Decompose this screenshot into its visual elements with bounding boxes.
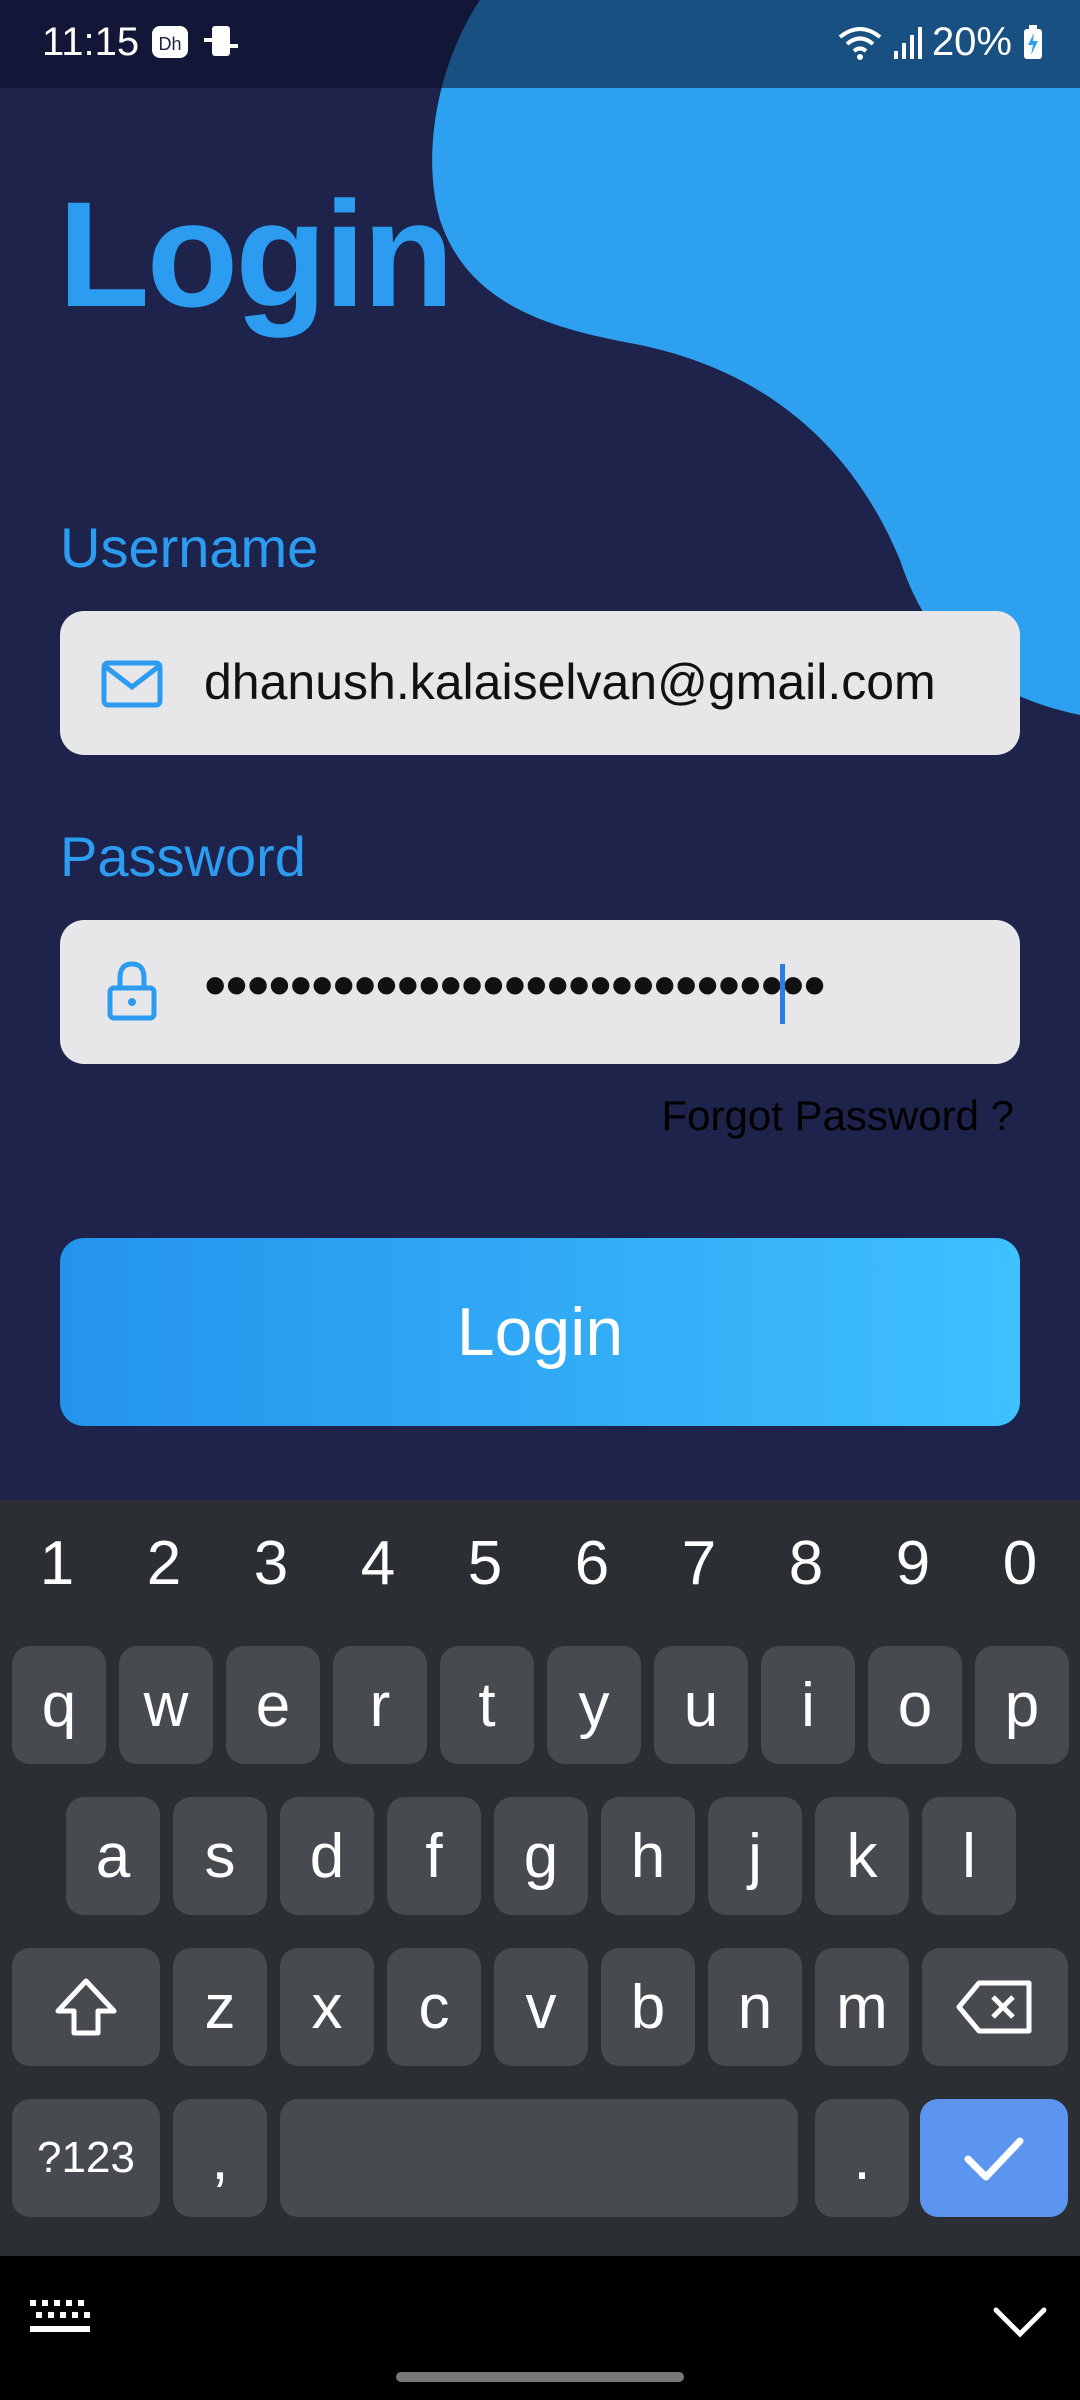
key-1[interactable]: 1 <box>12 1528 102 1599</box>
key-a[interactable]: a <box>66 1797 160 1915</box>
key-e[interactable]: e <box>226 1646 320 1764</box>
checkmark-icon <box>964 2137 1024 2181</box>
mail-icon <box>101 660 163 708</box>
shift-icon <box>55 1978 117 2036</box>
key-u[interactable]: u <box>654 1646 748 1764</box>
login-screen: 11:15 Dh 20% Login Username dhanush.kala… <box>0 0 1080 1500</box>
key-m[interactable]: m <box>815 1948 909 2066</box>
password-label: Password <box>60 825 306 888</box>
svg-text:Dh: Dh <box>158 34 181 54</box>
navigation-bar <box>0 2256 1080 2400</box>
key-i[interactable]: i <box>761 1646 855 1764</box>
symbols-key[interactable]: ?123 <box>12 2099 160 2217</box>
key-4[interactable]: 4 <box>333 1528 423 1599</box>
key-6[interactable]: 6 <box>547 1528 637 1599</box>
signal-icon <box>893 26 922 59</box>
status-bar: 11:15 Dh 20% <box>0 0 1080 88</box>
period-key[interactable]: . <box>815 2099 909 2217</box>
wifi-icon <box>838 26 882 60</box>
key-n[interactable]: n <box>708 1948 802 2066</box>
soft-keyboard: 1 2 3 4 5 6 7 8 9 0 q w e r t y u i o p … <box>0 1500 1080 2256</box>
login-button[interactable]: Login <box>60 1238 1020 1426</box>
key-g[interactable]: g <box>494 1797 588 1915</box>
key-s[interactable]: s <box>173 1797 267 1915</box>
username-value: dhanush.kalaiselvan@gmail.com <box>204 654 936 710</box>
page-title: Login <box>58 170 454 338</box>
home-gesture-handle[interactable] <box>396 2372 684 2382</box>
key-v[interactable]: v <box>494 1948 588 2066</box>
password-field[interactable]: ••••••••••••••••••••••••••••• <box>60 920 1020 1064</box>
key-h[interactable]: h <box>601 1797 695 1915</box>
backspace-key[interactable] <box>922 1948 1068 2066</box>
text-caret <box>780 964 785 1024</box>
key-w[interactable]: w <box>119 1646 213 1764</box>
key-q[interactable]: q <box>12 1646 106 1764</box>
keyboard-icon[interactable] <box>28 2298 92 2338</box>
key-c[interactable]: c <box>387 1948 481 2066</box>
status-time: 11:15 <box>42 20 140 64</box>
number-row: 1 2 3 4 5 6 7 8 9 0 <box>0 1500 1080 1630</box>
key-d[interactable]: d <box>280 1797 374 1915</box>
key-p[interactable]: p <box>975 1646 1069 1764</box>
shift-key[interactable] <box>12 1948 160 2066</box>
key-9[interactable]: 9 <box>868 1528 958 1599</box>
key-f[interactable]: f <box>387 1797 481 1915</box>
key-b[interactable]: b <box>601 1948 695 2066</box>
key-t[interactable]: t <box>440 1646 534 1764</box>
backspace-icon <box>956 1980 1032 2034</box>
key-8[interactable]: 8 <box>761 1528 851 1599</box>
device-sync-icon <box>204 26 238 56</box>
username-label: Username <box>60 516 319 579</box>
key-k[interactable]: k <box>815 1797 909 1915</box>
chevron-down-icon[interactable] <box>992 2304 1048 2340</box>
battery-percent: 20% <box>931 20 1012 64</box>
key-0[interactable]: 0 <box>975 1528 1065 1599</box>
password-value: ••••••••••••••••••••••••••••• <box>204 949 826 1021</box>
comma-key[interactable]: , <box>173 2099 267 2217</box>
key-y[interactable]: y <box>547 1646 641 1764</box>
key-l[interactable]: l <box>922 1797 1016 1915</box>
dh-notification-icon: Dh <box>152 26 188 58</box>
key-2[interactable]: 2 <box>119 1528 209 1599</box>
key-7[interactable]: 7 <box>654 1528 744 1599</box>
battery-charging-icon <box>1024 24 1042 59</box>
forgot-password-link[interactable]: Forgot Password ? <box>662 1092 1015 1140</box>
username-field[interactable]: dhanush.kalaiselvan@gmail.com <box>60 611 1020 755</box>
lock-icon <box>107 961 157 1021</box>
key-j[interactable]: j <box>708 1797 802 1915</box>
key-x[interactable]: x <box>280 1948 374 2066</box>
key-r[interactable]: r <box>333 1646 427 1764</box>
key-o[interactable]: o <box>868 1646 962 1764</box>
key-5[interactable]: 5 <box>440 1528 530 1599</box>
space-key[interactable] <box>280 2099 798 2217</box>
key-z[interactable]: z <box>173 1948 267 2066</box>
done-key[interactable] <box>920 2099 1068 2217</box>
key-3[interactable]: 3 <box>226 1528 316 1599</box>
